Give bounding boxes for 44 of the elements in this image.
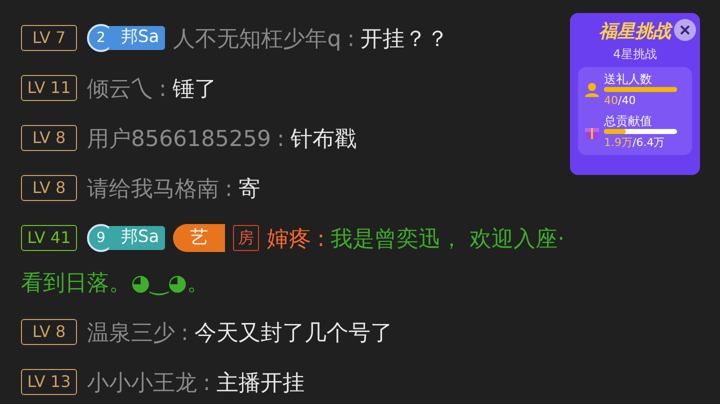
message-text: 看到日落。◕‿◕。 (21, 271, 210, 296)
level-badge: LV 8 (21, 124, 77, 151)
username: 人不无知枉少年q (173, 27, 342, 52)
username: 小小小王龙 (87, 371, 197, 396)
level-badge: LV 7 (21, 24, 77, 51)
level-badge: LV 8 (21, 174, 77, 201)
fan-club-name: 邦Sa (109, 226, 166, 250)
message-text: 我是曾奕迅， 欢迎入座· (330, 227, 565, 252)
message-text: 针布戳 (290, 127, 356, 152)
level-badge: LV 13 (21, 368, 77, 395)
message-text: 寄 (238, 177, 260, 202)
username: 请给我马格南 (87, 177, 219, 202)
challenge-title: 福星挑战 (599, 20, 671, 44)
username: 倾云乀 (87, 77, 153, 102)
stat-current-value: 1.9万 (604, 136, 632, 149)
separator: : (276, 127, 284, 152)
challenge-subtitle: 4星挑战 (613, 46, 657, 62)
level-badge: LV 8 (21, 318, 77, 345)
noble-badge: 艺 (173, 224, 226, 252)
username: 温泉三少 (87, 321, 175, 346)
message-text: 主播开挂 (216, 371, 304, 396)
level-badge: LV 11 (21, 74, 77, 101)
fan-club-name: 邦Sa (109, 26, 166, 50)
username: 用户8566185259 (87, 127, 271, 152)
level-badge: LV 41 (21, 224, 77, 251)
separator: : (181, 321, 188, 346)
stat-current-value: 40 (604, 94, 618, 107)
stat-target-value: /40 (618, 94, 636, 107)
username: 婶疼 (267, 227, 312, 252)
separator: : (317, 227, 325, 252)
person-icon (584, 82, 600, 98)
message-text: 今天又封了几个号了 (194, 321, 392, 346)
message-text: 开挂？？ (360, 27, 449, 52)
message-text: 锤了 (172, 77, 216, 102)
stat-label: 总贡献值 (604, 113, 653, 129)
stat-label: 送礼人数 (604, 71, 653, 87)
separator: : (347, 27, 355, 52)
separator: : (203, 371, 210, 396)
separator: : (159, 77, 166, 102)
room-manager-badge: 房 (233, 224, 260, 251)
close-button[interactable] (674, 19, 696, 41)
close-icon (680, 25, 690, 35)
separator: : (225, 177, 232, 202)
stat-target-value: /6.4万 (632, 136, 665, 149)
